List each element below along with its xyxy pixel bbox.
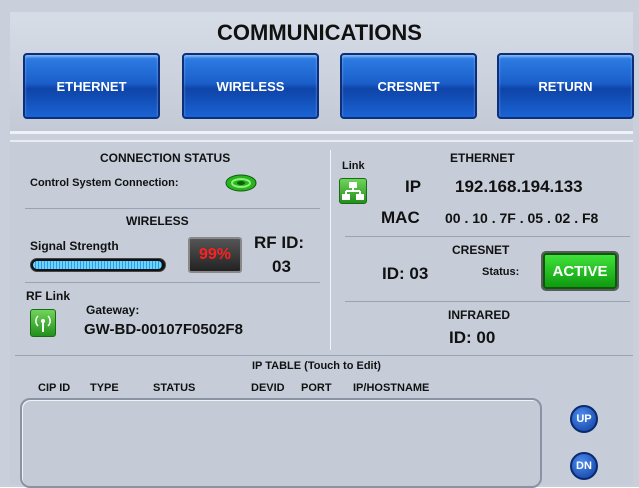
communications-panel: COMMUNICATIONS ETHERNET WIRELESS CRESNET… <box>0 0 639 488</box>
column-header-status: STATUS <box>153 382 196 394</box>
cresnet-heading: CRESNET <box>452 243 510 257</box>
divider <box>345 236 630 237</box>
signal-strength-label: Signal Strength <box>30 239 119 253</box>
rf-id-value: 03 <box>272 257 291 276</box>
gateway-value: GW-BD-00107F0502F8 <box>84 321 243 338</box>
ip-address-value: 192.168.194.133 <box>455 177 583 196</box>
ip-label: IP <box>405 177 422 196</box>
ip-table-list[interactable] <box>20 398 542 488</box>
ethernet-heading: ETHERNET <box>450 151 515 165</box>
divider <box>345 301 630 302</box>
link-icon <box>339 178 367 204</box>
gateway-label: Gateway: <box>86 303 140 317</box>
network-icon <box>342 182 364 200</box>
infrared-id: ID: 00 <box>449 328 496 347</box>
connection-status-icon <box>225 174 257 192</box>
divider <box>15 355 633 356</box>
scroll-down-button[interactable]: DN <box>570 452 598 480</box>
wireless-button[interactable]: WIRELESS <box>182 53 319 119</box>
mac-label: MAC <box>381 208 420 227</box>
rf-link-icon <box>30 309 56 337</box>
column-header-ip-hostname: IP/HOSTNAME <box>353 382 430 394</box>
divider <box>25 208 320 209</box>
infrared-heading: INFRARED <box>448 308 510 322</box>
page-title: COMMUNICATIONS <box>217 20 422 45</box>
divider <box>25 282 320 283</box>
signal-strength-fill <box>33 261 162 269</box>
divider-vertical <box>330 150 331 350</box>
cresnet-status-badge: ACTIVE <box>543 253 617 289</box>
column-header-port: PORT <box>301 382 332 394</box>
antenna-icon <box>35 315 51 332</box>
rf-id-label: RF ID: <box>254 233 305 252</box>
mac-address-value: 00 . 10 . 7F . 05 . 02 . F8 <box>445 210 599 226</box>
cresnet-status-label: Status: <box>482 266 520 278</box>
ethernet-button[interactable]: ETHERNET <box>23 53 160 119</box>
signal-percent-display: 99% <box>188 237 242 273</box>
scroll-up-button[interactable]: UP <box>570 405 598 433</box>
signal-strength-bar <box>30 258 166 272</box>
link-label: Link <box>342 160 365 172</box>
control-system-connection-label: Control System Connection: <box>30 177 179 189</box>
cresnet-button[interactable]: CRESNET <box>340 53 477 119</box>
column-header-cip-id: CIP ID <box>38 382 71 394</box>
return-button[interactable]: RETURN <box>497 53 634 119</box>
wireless-heading: WIRELESS <box>126 214 189 228</box>
column-header-devid: DEVID <box>251 382 285 394</box>
cresnet-id: ID: 03 <box>382 264 429 283</box>
column-header-type: TYPE <box>90 382 119 394</box>
rf-link-label: RF Link <box>26 289 70 303</box>
ip-table-title: IP TABLE (Touch to Edit) <box>252 360 381 372</box>
connection-status-heading: CONNECTION STATUS <box>100 151 231 165</box>
